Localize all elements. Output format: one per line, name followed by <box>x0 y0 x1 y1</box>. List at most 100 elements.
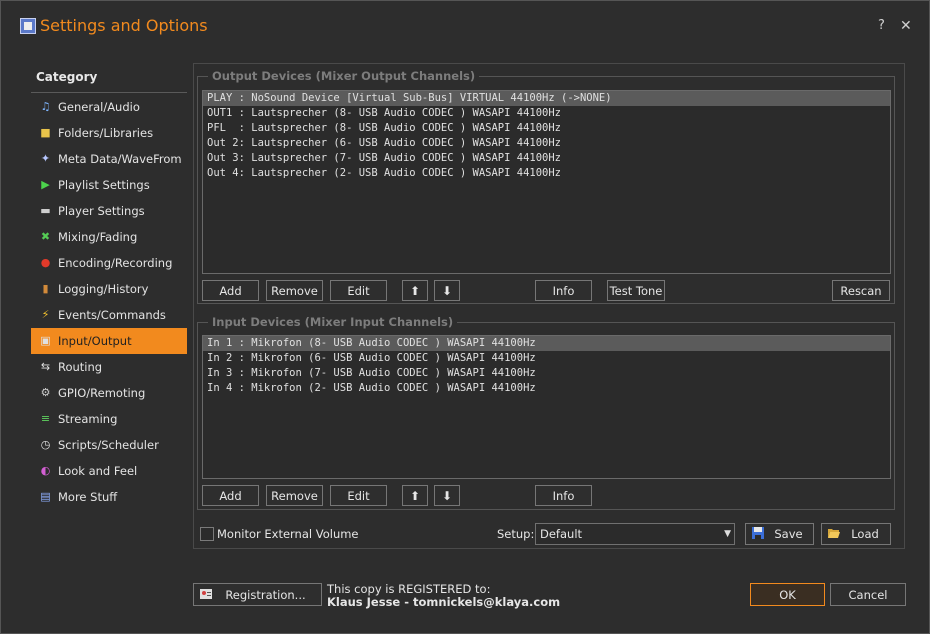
sidebar-item-meta-data-wavefrom[interactable]: ✦ Meta Data/WaveFrom <box>31 146 187 172</box>
ok-button[interactable]: OK <box>750 583 825 606</box>
sidebar-item-scripts-scheduler[interactable]: ◷ Scripts/Scheduler <box>31 432 187 458</box>
sidebar-item-streaming[interactable]: ≡ Streaming <box>31 406 187 432</box>
sidebar-item-general-audio[interactable]: ♫ General/Audio <box>31 94 187 120</box>
registration-button[interactable]: Registration... <box>193 583 322 606</box>
sidebar-item-routing[interactable]: ⇆ Routing <box>31 354 187 380</box>
folder-open-icon <box>828 529 840 538</box>
sidebar-item-label: Logging/History <box>58 282 149 296</box>
title-bar: Settings and Options ? ✕ <box>1 1 929 55</box>
sidebar-item-label: General/Audio <box>58 100 140 114</box>
output-devices-list[interactable]: PLAY : NoSound Device [Virtual Sub-Bus] … <box>202 90 891 274</box>
sidebar-item-events-commands[interactable]: ⚡ Events/Commands <box>31 302 187 328</box>
category-icon: ▶ <box>41 178 50 191</box>
sidebar-item-label: GPIO/Remoting <box>58 386 146 400</box>
save-button[interactable]: Save <box>745 523 814 545</box>
device-row[interactable]: PLAY : NoSound Device [Virtual Sub-Bus] … <box>203 91 890 106</box>
category-icon: ◷ <box>40 438 51 451</box>
output-info-button[interactable]: Info <box>535 280 592 301</box>
device-row[interactable]: In 1 : Mikrofon (8- USB Audio CODEC ) WA… <box>203 336 890 351</box>
sidebar-item-label: Encoding/Recording <box>58 256 173 270</box>
sidebar-item-label: Folders/Libraries <box>58 126 154 140</box>
device-row[interactable]: In 3 : Mikrofon (7- USB Audio CODEC ) WA… <box>203 366 890 381</box>
device-row[interactable]: Out 2: Lautsprecher (6- USB Audio CODEC … <box>203 136 890 151</box>
input-info-button[interactable]: Info <box>535 485 592 506</box>
cancel-button[interactable]: Cancel <box>830 583 906 606</box>
device-row[interactable]: OUT1 : Lautsprecher (8- USB Audio CODEC … <box>203 106 890 121</box>
category-icon: ▮ <box>42 282 49 295</box>
sidebar-item-input-output[interactable]: ▣ Input/Output <box>31 328 187 354</box>
category-icon: ▤ <box>40 490 51 503</box>
input-move-up-button[interactable]: ⬆ <box>402 485 428 506</box>
device-row[interactable]: In 4 : Mikrofon (2- USB Audio CODEC ) WA… <box>203 381 890 396</box>
setup-select-value: Default <box>540 527 583 541</box>
app-icon <box>20 18 36 34</box>
rescan-button[interactable]: Rescan <box>832 280 890 301</box>
output-move-up-button[interactable]: ⬆ <box>402 280 428 301</box>
output-remove-button[interactable]: Remove <box>266 280 323 301</box>
category-icon: ♫ <box>40 100 51 113</box>
sidebar-item-encoding-recording[interactable]: ● Encoding/Recording <box>31 250 187 276</box>
registration-icon <box>200 589 212 599</box>
chevron-down-icon: ▼ <box>724 529 731 539</box>
sidebar-item-label: Streaming <box>58 412 118 426</box>
category-heading: Category <box>36 70 98 84</box>
save-button-label: Save <box>774 527 803 541</box>
test-tone-button[interactable]: Test Tone <box>607 280 665 301</box>
floppy-icon <box>752 527 764 539</box>
setup-select[interactable]: Default ▼ <box>535 523 735 545</box>
close-button[interactable]: ✕ <box>900 18 912 34</box>
load-button-label: Load <box>851 527 879 541</box>
category-icon: ≡ <box>40 412 51 425</box>
category-icon: ● <box>40 256 51 269</box>
sidebar-item-label: More Stuff <box>58 490 118 504</box>
sidebar-item-label: Look and Feel <box>58 464 138 478</box>
load-button[interactable]: Load <box>821 523 891 545</box>
sidebar-item-label: Scripts/Scheduler <box>58 438 159 452</box>
input-move-down-button[interactable]: ⬇ <box>434 485 460 506</box>
device-row[interactable]: In 2 : Mikrofon (6- USB Audio CODEC ) WA… <box>203 351 890 366</box>
sidebar-item-player-settings[interactable]: ▬ Player Settings <box>31 198 187 224</box>
input-devices-list[interactable]: In 1 : Mikrofon (8- USB Audio CODEC ) WA… <box>202 335 891 479</box>
category-icon: ▣ <box>40 334 51 347</box>
sidebar-item-playlist-settings[interactable]: ▶ Playlist Settings <box>31 172 187 198</box>
sidebar-item-mixing-fading[interactable]: ✖ Mixing/Fading <box>31 224 187 250</box>
settings-window: Settings and Options ? ✕ Category ♫ Gener… <box>0 0 930 634</box>
output-add-button[interactable]: Add <box>202 280 259 301</box>
sidebar-item-label: Routing <box>58 360 103 374</box>
device-row[interactable]: Out 4: Lautsprecher (2- USB Audio CODEC … <box>203 166 890 181</box>
category-icon: ▬ <box>40 204 51 217</box>
monitor-external-volume-label: Monitor External Volume <box>217 527 359 541</box>
sidebar-item-label: Events/Commands <box>58 308 166 322</box>
category-icon: ✖ <box>40 230 51 243</box>
input-remove-button[interactable]: Remove <box>266 485 323 506</box>
input-add-button[interactable]: Add <box>202 485 259 506</box>
sidebar-divider <box>31 92 187 93</box>
category-list: ♫ General/Audio ■ Folders/Libraries ✦ Meta Da… <box>31 94 187 510</box>
sidebar-item-label: Input/Output <box>58 334 132 348</box>
sidebar-item-label: Meta Data/WaveFrom <box>58 152 182 166</box>
device-row[interactable]: Out 3: Lautsprecher (7- USB Audio CODEC … <box>203 151 890 166</box>
category-sidebar: Category ♫ General/Audio ■ Folders/Librarie… <box>31 67 187 517</box>
output-devices-legend: Output Devices (Mixer Output Channels) <box>208 69 480 83</box>
category-icon: ⚙ <box>40 386 51 399</box>
output-move-down-button[interactable]: ⬇ <box>434 280 460 301</box>
sidebar-item-gpio-remoting[interactable]: ⚙ GPIO/Remoting <box>31 380 187 406</box>
window-title: Settings and Options <box>40 16 208 35</box>
setup-label: Setup: <box>497 527 535 541</box>
sidebar-item-folders-libraries[interactable]: ■ Folders/Libraries <box>31 120 187 146</box>
registered-to-label: This copy is REGISTERED to: <box>327 582 491 596</box>
sidebar-item-logging-history[interactable]: ▮ Logging/History <box>31 276 187 302</box>
sidebar-item-more-stuff[interactable]: ▤ More Stuff <box>31 484 187 510</box>
input-edit-button[interactable]: Edit <box>330 485 387 506</box>
category-icon: ◐ <box>40 464 51 477</box>
help-button[interactable]: ? <box>878 18 885 33</box>
input-devices-legend: Input Devices (Mixer Input Channels) <box>208 315 458 329</box>
category-icon: ■ <box>40 126 51 139</box>
monitor-external-volume-checkbox[interactable] <box>200 527 214 541</box>
device-row[interactable]: PFL : Lautsprecher (8- USB Audio CODEC )… <box>203 121 890 136</box>
registration-button-label: Registration... <box>225 587 306 602</box>
sidebar-item-label: Playlist Settings <box>58 178 150 192</box>
output-edit-button[interactable]: Edit <box>330 280 387 301</box>
sidebar-item-look-and-feel[interactable]: ◐ Look and Feel <box>31 458 187 484</box>
registered-user: Klaus Jesse - tomnickels@klaya.com <box>327 595 561 609</box>
